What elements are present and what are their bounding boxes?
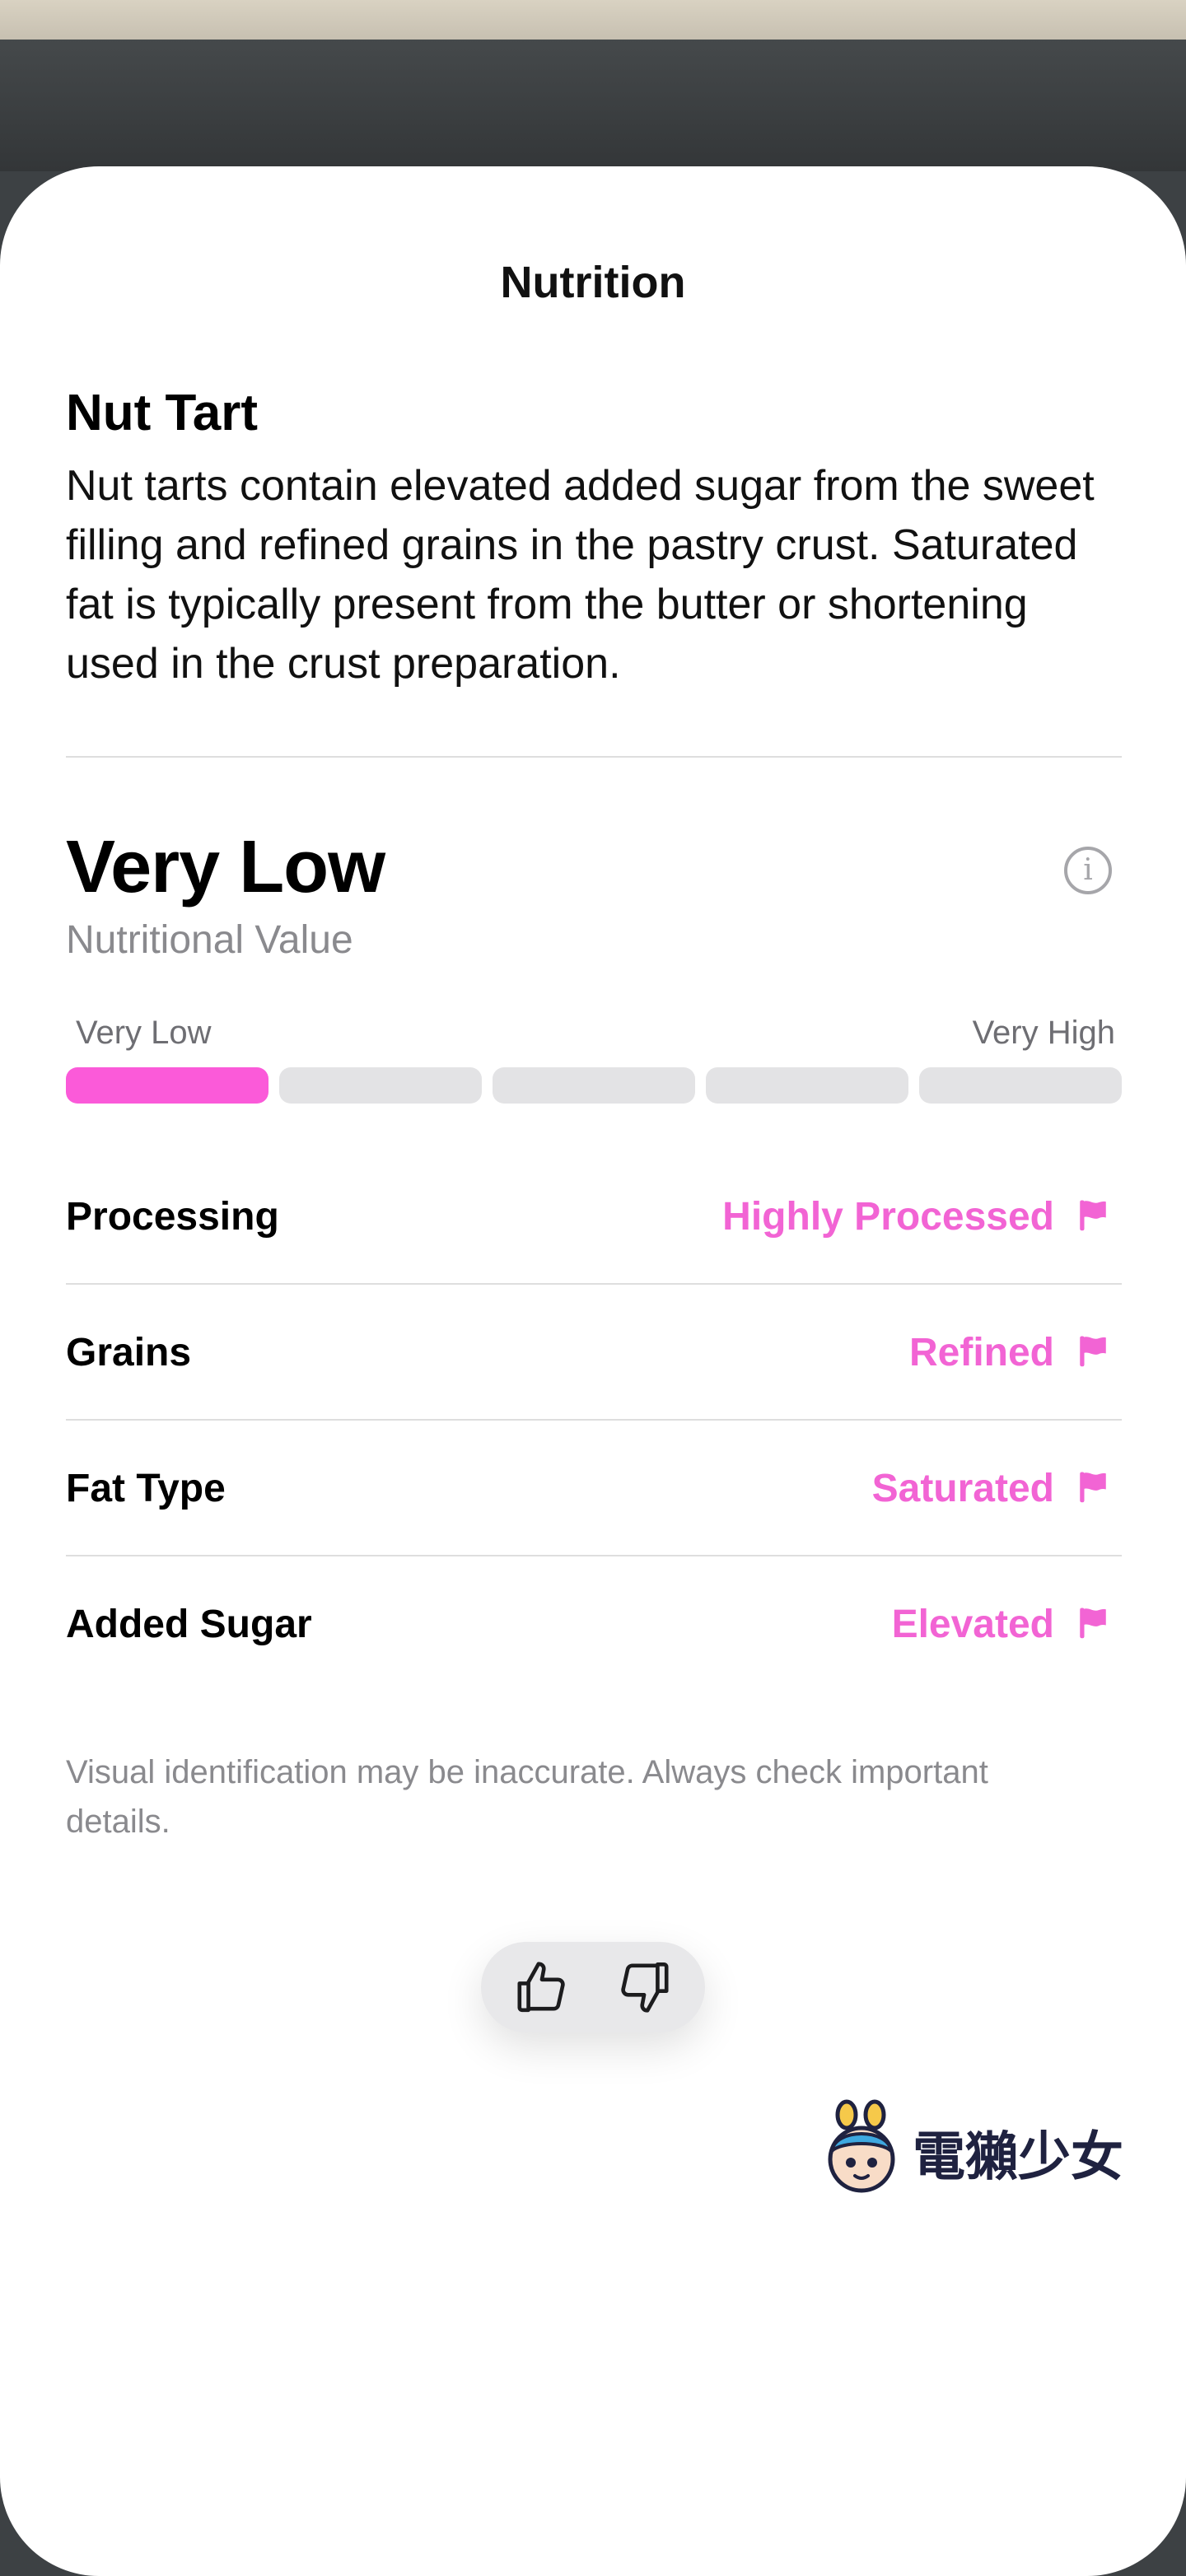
food-description: Nut tarts contain elevated added sugar f… <box>66 462 1095 688</box>
scale-min-label: Very Low <box>76 1015 212 1051</box>
background-photo <box>0 40 1186 171</box>
scale-segment-4 <box>706 1067 908 1104</box>
thumbs-up-icon[interactable] <box>511 1957 572 2018</box>
feedback-control <box>481 1942 705 2032</box>
flag-icon <box>1080 1472 1106 1503</box>
attribute-value: Highly Processed <box>722 1195 1054 1239</box>
watermark-logo: 電獺少女 <box>824 2098 1123 2197</box>
attribute-value: Saturated <box>871 1467 1054 1510</box>
rating-subtitle: Nutritional Value <box>66 918 353 962</box>
thumbs-down-icon[interactable] <box>614 1957 675 2018</box>
attribute-value: Refined <box>908 1331 1054 1374</box>
divider <box>66 756 1122 758</box>
flag-icon <box>1080 1336 1106 1367</box>
scale-max-label: Very High <box>972 1015 1115 1051</box>
info-icon[interactable]: i <box>1064 847 1112 894</box>
scale-segment-1 <box>66 1067 268 1104</box>
scale-segment-5 <box>919 1067 1122 1104</box>
sheet-title: Nutrition <box>500 258 686 307</box>
nutrition-sheet: Nutrition Nut Tart Nut tarts contain ele… <box>0 166 1186 2576</box>
scale-segment-3 <box>493 1067 695 1104</box>
disclaimer-text: Visual identification may be inaccurate.… <box>66 1754 988 1840</box>
attribute-label: Grains <box>66 1331 192 1374</box>
watermark-text: 電獺少女 <box>913 2127 1123 2188</box>
attribute-label: Fat Type <box>66 1467 226 1510</box>
attribute-label: Added Sugar <box>66 1603 312 1646</box>
flag-icon <box>1080 1200 1106 1231</box>
background-photo-top <box>0 0 1186 40</box>
attribute-label: Processing <box>66 1195 279 1239</box>
nutrition-rating: Very Low <box>66 826 385 908</box>
scale-segment-2 <box>279 1067 482 1104</box>
divider <box>66 1555 1122 1556</box>
flag-icon <box>1080 1608 1106 1639</box>
attribute-value: Elevated <box>891 1603 1054 1646</box>
divider <box>66 1283 1122 1285</box>
divider <box>66 1419 1122 1421</box>
mascot-icon <box>828 2099 895 2193</box>
food-name: Nut Tart <box>66 385 259 441</box>
